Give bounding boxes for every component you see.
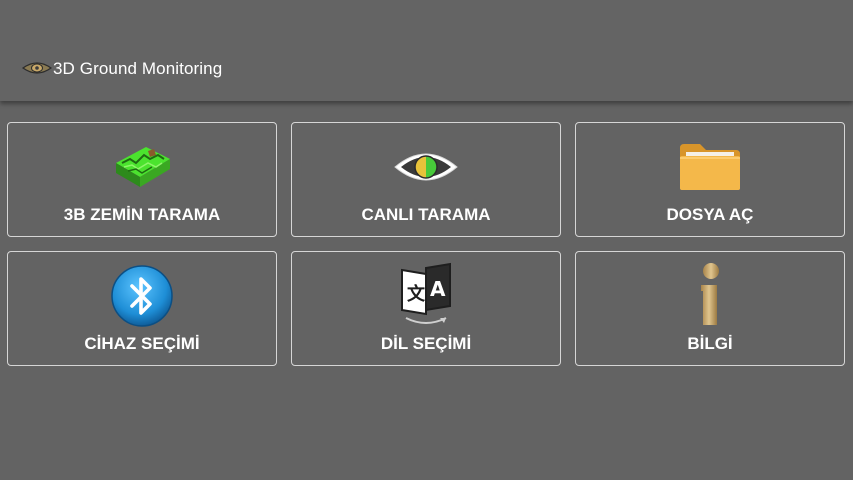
app-window: 3D Ground Monitoring 3B ZEMİN TARAMA CAN… bbox=[0, 0, 853, 480]
folder-icon bbox=[680, 144, 740, 190]
bluetooth-icon bbox=[111, 265, 173, 327]
app-title: 3D Ground Monitoring bbox=[53, 59, 223, 78]
eye-icon bbox=[394, 153, 458, 181]
eye-logo-icon bbox=[22, 62, 52, 74]
svg-text:A: A bbox=[430, 277, 446, 301]
language-selection-label: DİL SEÇİMİ bbox=[380, 334, 472, 353]
open-file-label: DOSYA AÇ bbox=[666, 205, 754, 224]
live-scan-tile[interactable]: CANLI TARAMA bbox=[291, 122, 561, 237]
terrain-scan-label: 3B ZEMİN TARAMA bbox=[63, 205, 221, 224]
info-tile[interactable]: BİLGİ bbox=[575, 251, 845, 366]
title-bar: 3D Ground Monitoring bbox=[0, 0, 853, 101]
translate-icon: 文 A bbox=[401, 262, 451, 324]
info-label: BİLGİ bbox=[687, 334, 733, 353]
language-selection-tile[interactable]: 文 A DİL SEÇİMİ bbox=[291, 251, 561, 366]
open-file-tile[interactable]: DOSYA AÇ bbox=[575, 122, 845, 237]
info-icon bbox=[701, 263, 719, 325]
live-scan-label: CANLI TARAMA bbox=[361, 205, 491, 224]
terrain-scan-tile[interactable]: 3B ZEMİN TARAMA bbox=[7, 122, 277, 237]
device-selection-tile[interactable]: CİHAZ SEÇİMİ bbox=[7, 251, 277, 366]
terrain-3d-icon bbox=[116, 147, 170, 187]
svg-text:文: 文 bbox=[407, 283, 426, 305]
device-selection-label: CİHAZ SEÇİMİ bbox=[84, 334, 200, 353]
